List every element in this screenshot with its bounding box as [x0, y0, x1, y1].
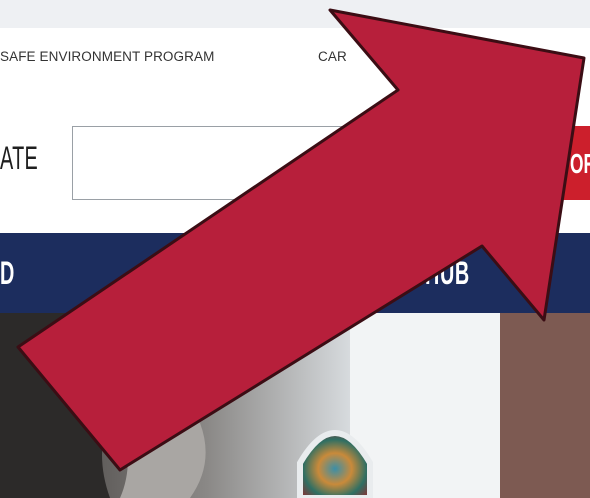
- hero-image: [0, 313, 590, 498]
- site-header: ATE OR: [0, 90, 590, 233]
- search-input[interactable]: [72, 126, 472, 200]
- search-submit-button[interactable]: OR: [548, 126, 590, 200]
- utility-link-safe-environment-program[interactable]: SAFE ENVIRONMENT PROGRAM: [0, 49, 214, 64]
- main-nav-item-hub[interactable]: HUB: [425, 255, 470, 292]
- utility-link-careers[interactable]: CAR: [318, 49, 347, 64]
- search-submit-label: OR: [570, 148, 590, 179]
- main-nav: D HUB: [0, 233, 590, 313]
- main-nav-item-partial[interactable]: D: [0, 255, 15, 292]
- hero-photo: [0, 313, 590, 498]
- browser-top-strip: [0, 0, 590, 28]
- donate-link[interactable]: ATE: [0, 140, 38, 177]
- utility-nav: SAFE ENVIRONMENT PROGRAM CAR: [0, 28, 590, 90]
